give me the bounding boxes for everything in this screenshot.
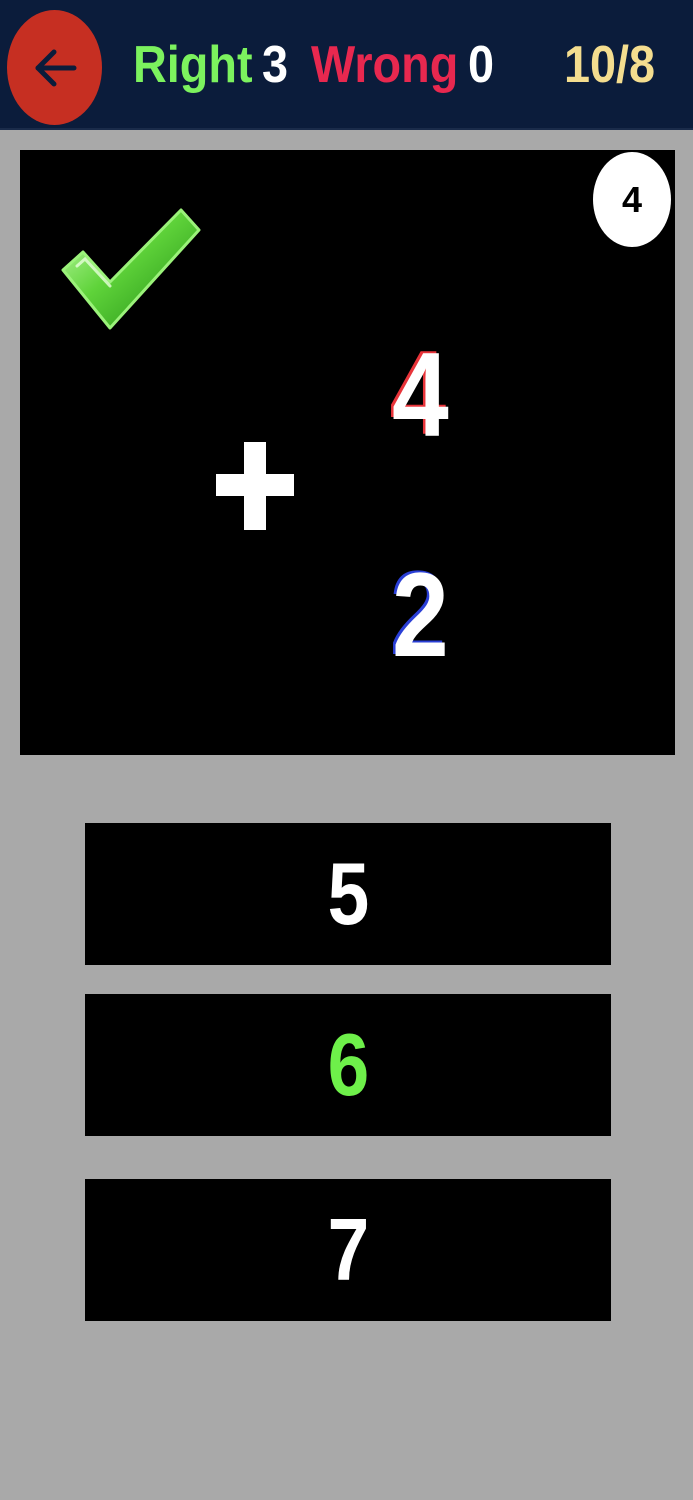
answer-option[interactable]: 7 [85,1179,611,1321]
top-bar: Right 3 Wrong 0 10/8 [0,0,693,130]
wrong-label: Wrong [311,36,459,94]
answer-value: 6 [327,1015,369,1114]
arrow-left-icon [35,49,76,86]
question-progress: 10/8 [564,36,656,94]
first-operand: 4 [392,328,449,462]
right-count: 3 [262,36,289,94]
countdown-timer: 4 [593,152,671,247]
answer-value: 7 [327,1200,369,1299]
answer-option[interactable]: 5 [85,823,611,965]
plus-operator [216,442,294,530]
back-button[interactable] [7,10,102,125]
answer-option-correct[interactable]: 6 [85,994,611,1136]
second-operand: 2 [392,548,449,682]
answer-value: 5 [327,844,369,943]
right-label: Right [133,36,253,94]
checkmark-icon [61,208,201,330]
wrong-count: 0 [468,36,495,94]
